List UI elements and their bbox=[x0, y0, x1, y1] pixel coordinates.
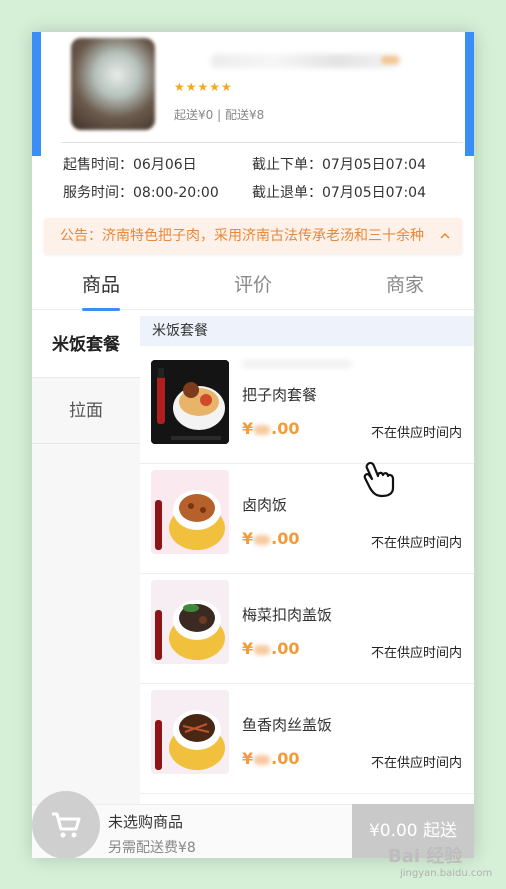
price-decimal: .00 bbox=[271, 749, 300, 768]
food-item[interactable]: 把子肉套餐 ¥ .00 不在供应时间内 bbox=[140, 354, 474, 464]
price-currency: ¥ bbox=[242, 529, 254, 548]
availability-status: 不在供应时间内 bbox=[370, 756, 462, 771]
food-price: ¥ .00 bbox=[242, 639, 299, 658]
store-header: ★★★★★ 起送¥0 | 配送¥8 bbox=[32, 32, 474, 156]
tab-bar: 商品 评价 商家 bbox=[32, 260, 474, 311]
food-image[interactable] bbox=[151, 580, 229, 664]
order-deadline-value: 07月05日07:04 bbox=[322, 157, 426, 173]
announcement-bar[interactable]: 公告：济南特色把子肉，采用济南古法传承老汤和三十余种 bbox=[44, 218, 462, 254]
food-image[interactable] bbox=[151, 470, 229, 554]
food-item[interactable]: 梅菜扣肉盖饭 ¥ .00 不在供应时间内 bbox=[140, 574, 474, 684]
food-price: ¥ .00 bbox=[242, 529, 299, 548]
order-deadline-label: 截止下单： bbox=[252, 157, 322, 173]
refund-deadline-label: 截止退单： bbox=[252, 185, 322, 201]
chevron-up-icon[interactable] bbox=[434, 218, 456, 254]
category-sidebar: 米饭套餐 拉面 bbox=[32, 312, 140, 858]
rating-stars: ★★★★★ bbox=[174, 80, 233, 94]
price-decimal: .00 bbox=[271, 529, 300, 548]
tab-merchant[interactable]: 商家 bbox=[386, 270, 424, 297]
hand-cursor-icon bbox=[362, 460, 396, 502]
sale-time-label: 起售时间： bbox=[63, 157, 133, 173]
store-fees: 起送¥0 | 配送¥8 bbox=[174, 108, 265, 122]
cart-icon[interactable] bbox=[32, 791, 100, 858]
food-name-redacted bbox=[242, 360, 352, 368]
food-list: 米饭套餐 把子肉套餐 ¥ .00 不在供应时间内 卤肉饭 ¥ .00 不在供应时… bbox=[140, 312, 474, 858]
price-redacted bbox=[254, 754, 271, 765]
watermark-url: jingyan.baidu.com bbox=[400, 868, 493, 879]
refund-deadline: 截止退单：07月05日07:04 bbox=[252, 182, 426, 202]
divider bbox=[61, 142, 463, 143]
sale-time-value: 06月06日 bbox=[133, 157, 197, 173]
price-currency: ¥ bbox=[242, 749, 254, 768]
availability-status: 不在供应时间内 bbox=[370, 426, 462, 441]
service-time-value: 08:00-20:00 bbox=[133, 185, 219, 201]
food-image[interactable] bbox=[151, 690, 229, 774]
availability-status: 不在供应时间内 bbox=[370, 536, 462, 551]
food-item[interactable]: 卤肉饭 ¥ .00 不在供应时间内 bbox=[140, 464, 474, 574]
food-image[interactable] bbox=[151, 360, 229, 444]
price-redacted bbox=[254, 644, 271, 655]
watermark-logo: Bai 经验 bbox=[388, 846, 463, 867]
food-price: ¥ .00 bbox=[242, 419, 299, 438]
store-header-card: ★★★★★ 起送¥0 | 配送¥8 bbox=[41, 32, 465, 156]
order-deadline: 截止下单：07月05日07:04 bbox=[252, 154, 426, 174]
price-decimal: .00 bbox=[271, 639, 300, 658]
cart-status: 未选购商品 bbox=[108, 813, 184, 831]
delivery-fee-note: 另需配送费¥8 bbox=[108, 840, 196, 856]
price-currency: ¥ bbox=[242, 419, 254, 438]
price-redacted bbox=[254, 534, 271, 545]
food-name: 鱼香肉丝盖饭 bbox=[242, 716, 333, 734]
store-name-redacted bbox=[211, 54, 401, 68]
category-item-noodles[interactable]: 拉面 bbox=[32, 378, 140, 444]
availability-status: 不在供应时间内 bbox=[370, 646, 462, 661]
tab-goods[interactable]: 商品 bbox=[82, 270, 120, 297]
refund-deadline-value: 07月05日07:04 bbox=[322, 185, 426, 201]
food-name: 梅菜扣肉盖饭 bbox=[242, 606, 333, 624]
food-price: ¥ .00 bbox=[242, 749, 299, 768]
section-title: 米饭套餐 bbox=[140, 316, 474, 346]
price-redacted bbox=[254, 424, 271, 435]
category-item-rice-set[interactable]: 米饭套餐 bbox=[32, 312, 140, 378]
price-decimal: .00 bbox=[271, 419, 300, 438]
cart-summary[interactable]: 未选购商品 另需配送费¥8 bbox=[32, 791, 352, 858]
tab-active-indicator bbox=[82, 308, 120, 311]
food-name: 卤肉饭 bbox=[242, 496, 288, 514]
food-item[interactable]: 鱼香肉丝盖饭 ¥ .00 不在供应时间内 bbox=[140, 684, 474, 794]
service-time-label: 服务时间： bbox=[63, 185, 133, 201]
announcement-text: 公告：济南特色把子肉，采用济南古法传承老汤和三十余种 bbox=[60, 228, 424, 244]
sale-time: 起售时间：06月06日 bbox=[63, 154, 197, 174]
service-time: 服务时间：08:00-20:00 bbox=[63, 182, 219, 202]
store-name-redacted-accent bbox=[381, 56, 399, 64]
tab-reviews[interactable]: 评价 bbox=[234, 270, 272, 297]
phone-screen: ★★★★★ 起送¥0 | 配送¥8 起售时间：06月06日 截止下单：07月05… bbox=[32, 32, 474, 858]
store-logo[interactable] bbox=[71, 38, 155, 130]
food-name: 把子肉套餐 bbox=[242, 386, 318, 404]
price-currency: ¥ bbox=[242, 639, 254, 658]
